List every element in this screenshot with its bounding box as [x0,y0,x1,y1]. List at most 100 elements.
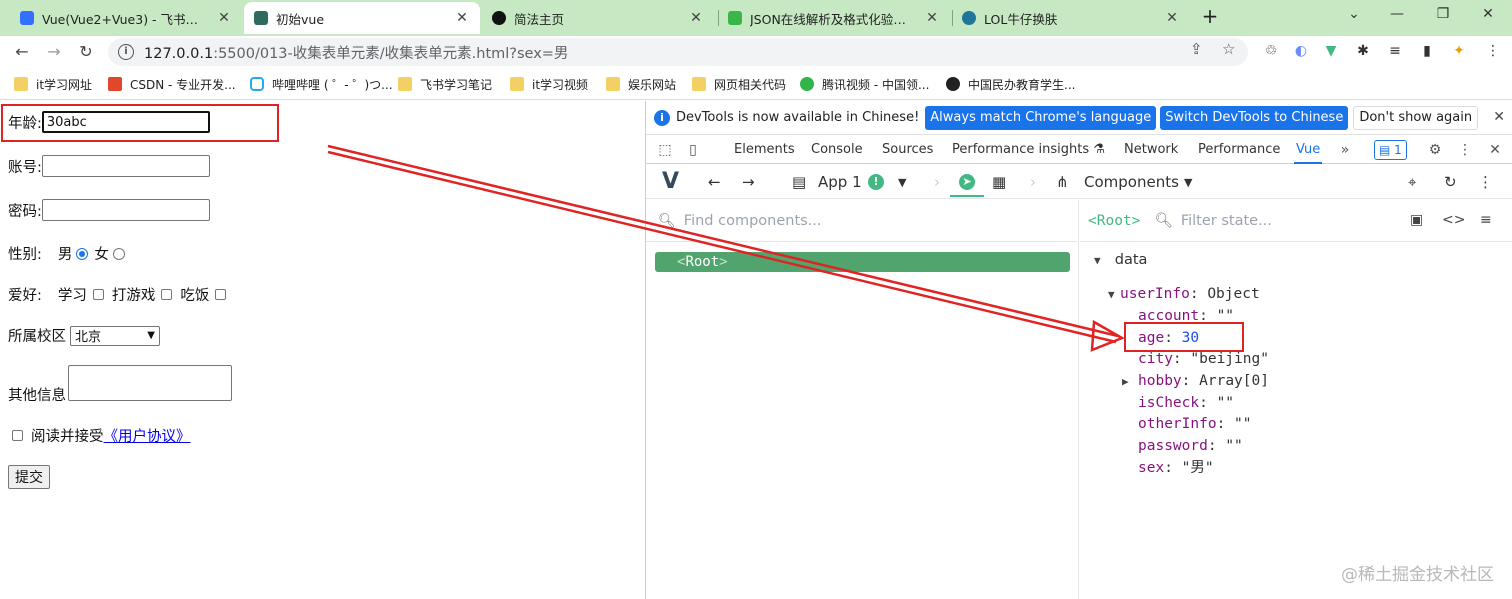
device-toggle-icon[interactable]: ▯ [684,141,702,159]
menu-dots-icon[interactable]: ⋮ [1484,42,1502,60]
bookmark-item[interactable]: CSDN - 专业开发... [108,74,236,94]
recycle-extension-icon[interactable]: ♲ [1262,42,1280,60]
state-entry-sex[interactable]: sex: "男" [1138,458,1214,478]
edge-extension-icon[interactable]: ◐ [1292,42,1310,60]
share-icon[interactable]: ⇪ [1190,40,1203,58]
dont-show-again-button[interactable]: Don't show again [1353,105,1479,130]
root-component-node[interactable]: <Root> [655,252,1070,272]
close-icon[interactable]: ✕ [1164,10,1180,26]
browser-tab-lol[interactable]: LOL牛仔换肤 ✕ [952,2,1190,34]
hobby-eat-checkbox[interactable] [215,289,227,300]
select-component-icon[interactable]: ⌖ [1408,173,1416,191]
submit-button[interactable]: 提交 [8,465,50,489]
forward-arrow-icon[interactable]: → [742,173,755,191]
user-agreement-link[interactable]: 《用户协议》 [104,425,191,446]
profile-avatar[interactable]: ✦ [1450,42,1468,60]
state-entry-password[interactable]: password: "" [1138,436,1243,456]
browser-tab-vue[interactable]: 初始vue ✕ [244,2,480,34]
components-pane: 🔍︎ Find components... <Root> [646,200,1079,599]
site-info-icon[interactable]: i [118,44,134,60]
filter-state-input[interactable]: Filter state... [1181,213,1272,229]
tab-elements[interactable]: Elements [734,136,795,164]
hobby-game-label: 打游戏 [111,288,156,304]
bookmark-item[interactable]: it学习网址 [14,74,92,94]
account-input[interactable] [41,155,210,177]
forward-button[interactable]: → [42,40,66,64]
close-icon[interactable]: ✕ [1486,141,1504,159]
state-entry-userinfo[interactable]: ▼ userInfo: Object [1108,284,1260,305]
bookmark-item[interactable]: 飞书学习笔记 [398,74,492,94]
address-bar[interactable]: i 127.0.0.1:5500/013-收集表单元素/收集表单元素.html?… [108,38,1248,66]
tab-search-icon[interactable]: ⌄ [1342,6,1366,28]
close-icon[interactable]: ✕ [216,10,232,26]
browser-tab-jianfa[interactable]: 简法主页 ✕ [482,2,714,34]
state-entry-ischeck[interactable]: isCheck: "" [1138,393,1234,413]
settings-gear-icon[interactable]: ⚙ [1426,141,1444,159]
state-entry-otherinfo[interactable]: otherInfo: "" [1138,414,1252,434]
switch-chinese-button[interactable]: Switch DevTools to Chinese [1160,105,1349,130]
password-input[interactable] [41,199,210,221]
reload-button[interactable]: ↻ [74,40,98,64]
tab-performance-insights[interactable]: Performance insights ⚗ [952,136,1105,164]
minimize-button[interactable]: — [1385,6,1409,28]
agree-checkbox[interactable] [12,430,23,441]
app-selector[interactable]: App 1 [818,173,862,191]
data-section-header[interactable]: ▼ data [1094,250,1147,271]
chevron-down-icon[interactable]: ▼ [1184,176,1192,189]
bookmark-item[interactable]: 中国民办教育学生... [946,74,1075,94]
close-icon[interactable]: ✕ [924,10,940,26]
tab-performance[interactable]: Performance [1198,136,1280,164]
close-window-button[interactable]: ✕ [1476,6,1500,28]
other-info-textarea[interactable] [68,365,232,401]
find-components-search[interactable]: 🔍︎ Find components... [646,200,1078,242]
components-selector[interactable]: Components [1084,173,1179,191]
sex-female-radio[interactable] [112,247,125,260]
watermark-text: @稀土掘金技术社区 [1341,565,1494,585]
hobby-study-checkbox[interactable] [92,289,104,300]
state-value: "" [1225,438,1243,454]
bookmark-star-icon[interactable]: ☆ [1222,40,1235,58]
tab-sources[interactable]: Sources [882,136,933,164]
side-panel-icon[interactable]: ▮ [1418,42,1436,60]
compass-icon[interactable]: ➤ [959,174,975,190]
tab-network[interactable]: Network [1124,136,1178,164]
campus-select[interactable]: 北京 ▼ [70,325,160,346]
vue-devtools-extension-icon[interactable]: ▼ [1322,42,1340,60]
bookmark-item[interactable]: 哔哩哔哩 ( ゜- ゜)つ... [250,74,393,94]
browser-tab-feishu[interactable]: Vue(Vue2+Vue3) - 飞书云文档 ✕ [10,2,242,34]
inspect-element-icon[interactable]: ⬚ [656,141,674,159]
maximize-button[interactable]: ❐ [1431,6,1455,28]
close-icon[interactable]: ✕ [1493,109,1505,125]
chevron-down-icon[interactable]: ▼ [898,176,906,189]
bookmark-item[interactable]: 网页相关代码 [692,74,786,94]
tab-console[interactable]: Console [811,136,863,164]
back-arrow-icon[interactable]: ← [708,173,721,191]
state-entry-hobby[interactable]: ▶ hobby: Array[0] [1122,371,1269,392]
sex-male-radio[interactable] [76,247,89,260]
state-entry-city[interactable]: city: "beijing" [1138,349,1269,369]
extensions-puzzle-icon[interactable]: ✱ [1354,42,1372,60]
tab-vue[interactable]: Vue [1294,136,1323,164]
menu-dots-icon[interactable]: ⋮ [1456,141,1474,159]
menu-dots-icon[interactable]: ⋮ [1478,173,1493,191]
bookmark-item[interactable]: 娱乐网站 [606,74,676,94]
bookmark-item[interactable]: 腾讯视频 - 中国领... [800,74,929,94]
back-button[interactable]: ← [10,40,34,64]
new-tab-button[interactable]: + [1198,5,1222,29]
match-language-button[interactable]: Always match Chrome's language [925,105,1157,130]
refresh-icon[interactable]: ↻ [1444,173,1457,191]
close-icon[interactable]: ✕ [454,10,470,26]
code-view-icon[interactable]: <> [1442,212,1465,228]
collapse-icon[interactable]: ≡ [1480,212,1492,228]
open-in-editor-icon[interactable]: ▣ [1410,212,1423,228]
more-tabs-icon[interactable]: » [1336,141,1354,159]
browser-tab-json[interactable]: JSON在线解析及格式化验证 - JSO ✕ [718,2,950,34]
issues-badge[interactable]: ▤ 1 [1374,140,1407,160]
state-inspector-pane: <Root> 🔍︎ Filter state... ▣ <> ≡ ▼ data … [1080,200,1512,599]
timeline-icon[interactable]: ▦ [992,173,1006,191]
reading-list-icon[interactable]: ≡ [1386,42,1404,60]
bookmark-label: 中国民办教育学生... [968,77,1076,92]
close-icon[interactable]: ✕ [688,10,704,26]
bookmark-item[interactable]: it学习视频 [510,74,588,94]
hobby-game-checkbox[interactable] [161,289,173,300]
